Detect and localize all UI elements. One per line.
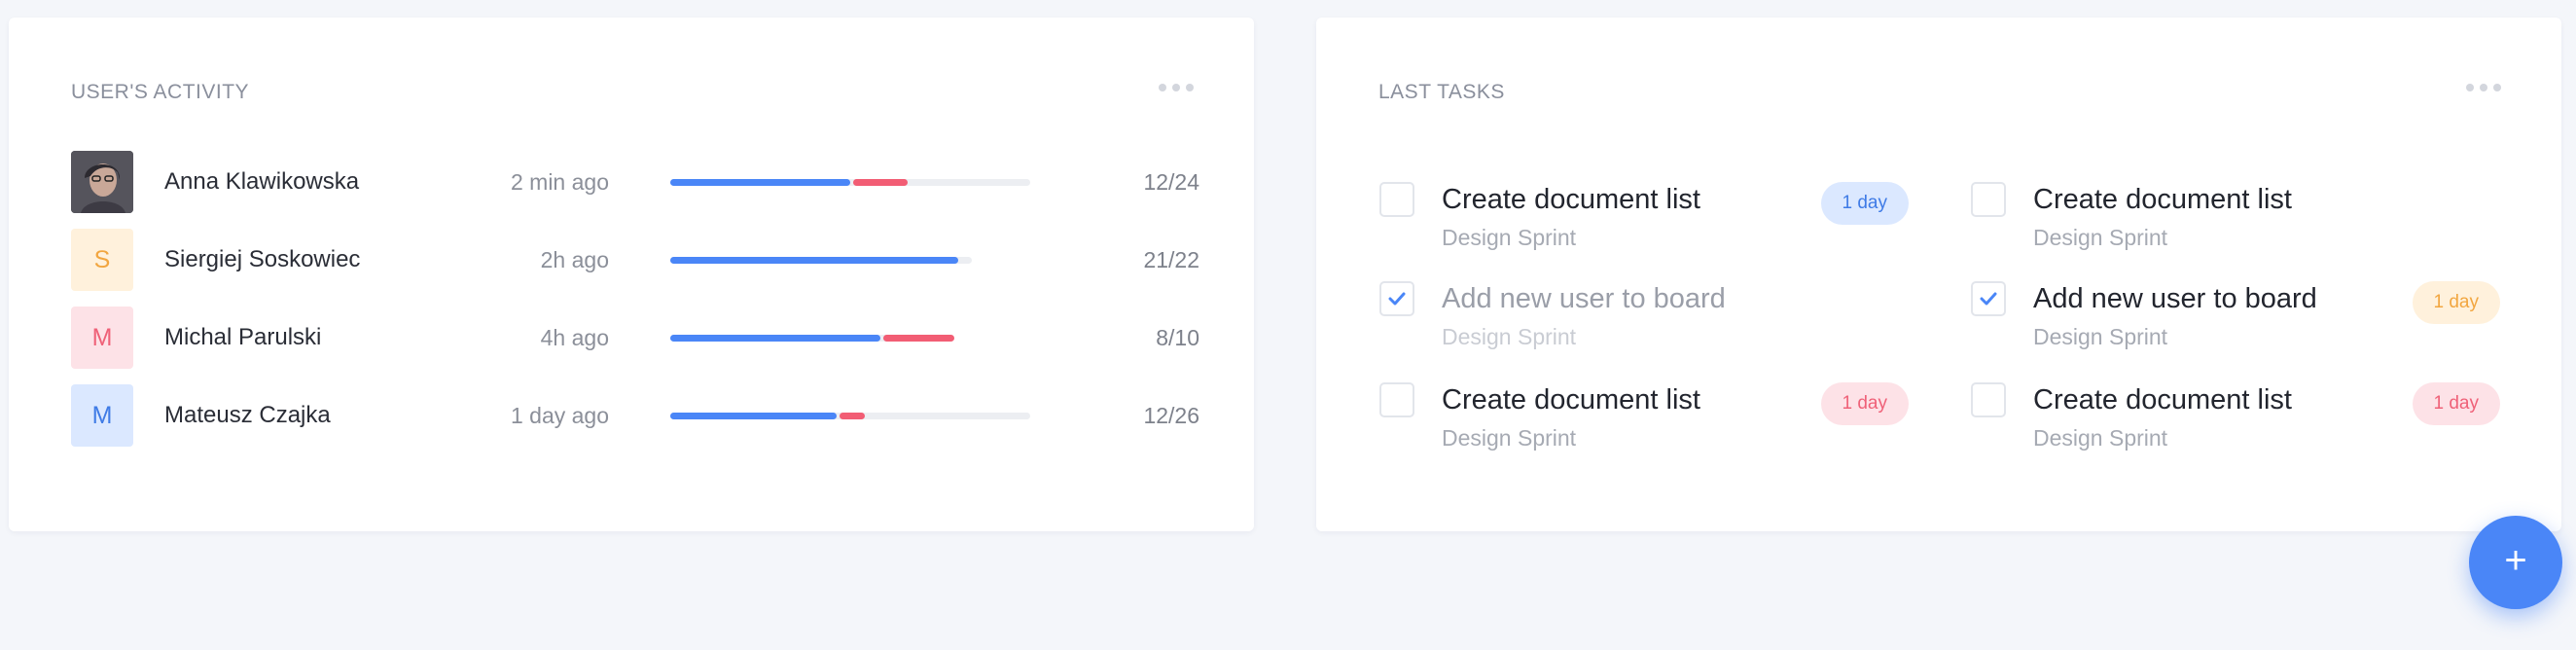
task-project: Design Sprint	[2033, 324, 2168, 349]
task-title: Add new user to board	[2033, 283, 2317, 314]
activity-row: Anna Klawikowska 2 min ago 12/24	[71, 151, 1199, 213]
progress-bar	[670, 413, 1030, 419]
add-button[interactable]: +	[2469, 516, 2562, 609]
user-name: Anna Klawikowska	[164, 168, 360, 195]
task-item[interactable]: Add new user to board Design Sprint	[1379, 281, 1909, 359]
progress-bar	[670, 257, 972, 264]
progress-in-progress	[853, 179, 908, 186]
progress-in-progress	[840, 413, 865, 419]
card-title: LAST TASKS	[1378, 81, 1505, 103]
task-item[interactable]: Create document list Design Sprint 1 day	[1971, 382, 2500, 460]
user-name: Michal Parulski	[164, 324, 322, 350]
activity-row: M Michal Parulski 4h ago 8/10	[71, 307, 1199, 369]
last-tasks-card: LAST TASKS Create document list Design S…	[1316, 18, 2561, 531]
progress-completed	[670, 413, 837, 419]
avatar: S	[71, 229, 133, 291]
user-name: Mateusz Czajka	[164, 402, 331, 428]
task-project: Design Sprint	[2033, 225, 2168, 250]
task-title: Create document list	[2033, 384, 2292, 415]
due-badge: 1 day	[1820, 382, 1909, 425]
check-icon	[1980, 291, 1997, 311]
task-count: 12/24	[1143, 169, 1199, 195]
due-badge: 1 day	[2412, 382, 2500, 425]
task-checkbox[interactable]	[1971, 182, 2006, 217]
task-count: 8/10	[1156, 325, 1199, 350]
activity-row: M Mateusz Czajka 1 day ago 12/26	[71, 384, 1199, 447]
task-project: Design Sprint	[2033, 425, 2168, 451]
card-title: USER'S ACTIVITY	[71, 81, 250, 103]
activity-row: S Siergiej Soskowiec 2h ago 21/22	[71, 229, 1199, 291]
task-title: Create document list	[2033, 184, 2292, 215]
more-horizontal-icon[interactable]	[2466, 84, 2501, 91]
task-item[interactable]: Create document list Design Sprint 1 day	[1379, 382, 1909, 460]
task-item[interactable]: Add new user to board Design Sprint 1 day	[1971, 281, 2500, 359]
avatar: M	[71, 384, 133, 447]
task-project: Design Sprint	[1442, 425, 1577, 451]
task-count: 21/22	[1143, 247, 1199, 272]
task-item[interactable]: Create document list Design Sprint	[1971, 182, 2500, 260]
task-checkbox[interactable]	[1379, 382, 1414, 417]
task-checkbox[interactable]	[1379, 281, 1414, 316]
task-title: Create document list	[1442, 384, 1700, 415]
activity-time: 2h ago	[540, 247, 609, 272]
progress-in-progress	[883, 335, 954, 342]
progress-completed	[670, 257, 958, 264]
task-checkbox[interactable]	[1379, 182, 1414, 217]
due-badge: 1 day	[1820, 182, 1909, 225]
progress-completed	[670, 179, 850, 186]
avatar	[71, 151, 133, 213]
task-count: 12/26	[1143, 403, 1199, 428]
task-checkbox[interactable]	[1971, 382, 2006, 417]
progress-bar	[670, 179, 1030, 186]
activity-time: 1 day ago	[510, 403, 609, 428]
task-title: Add new user to board	[1442, 283, 1726, 314]
activity-time: 4h ago	[540, 325, 609, 350]
task-checkbox[interactable]	[1971, 281, 2006, 316]
users-activity-card: USER'S ACTIVITY Anna Klawikowska 2 min a…	[9, 18, 1254, 531]
user-name: Siergiej Soskowiec	[164, 246, 361, 272]
due-badge: 1 day	[2412, 281, 2500, 324]
progress-bar	[670, 335, 954, 342]
task-title: Create document list	[1442, 184, 1700, 215]
task-item[interactable]: Create document list Design Sprint 1 day	[1379, 182, 1909, 260]
activity-time: 2 min ago	[510, 169, 609, 195]
task-project: Design Sprint	[1442, 225, 1577, 250]
progress-completed	[670, 335, 880, 342]
check-icon	[1388, 291, 1406, 311]
task-project: Design Sprint	[1442, 324, 1577, 349]
more-horizontal-icon[interactable]	[1159, 84, 1194, 91]
avatar: M	[71, 307, 133, 369]
